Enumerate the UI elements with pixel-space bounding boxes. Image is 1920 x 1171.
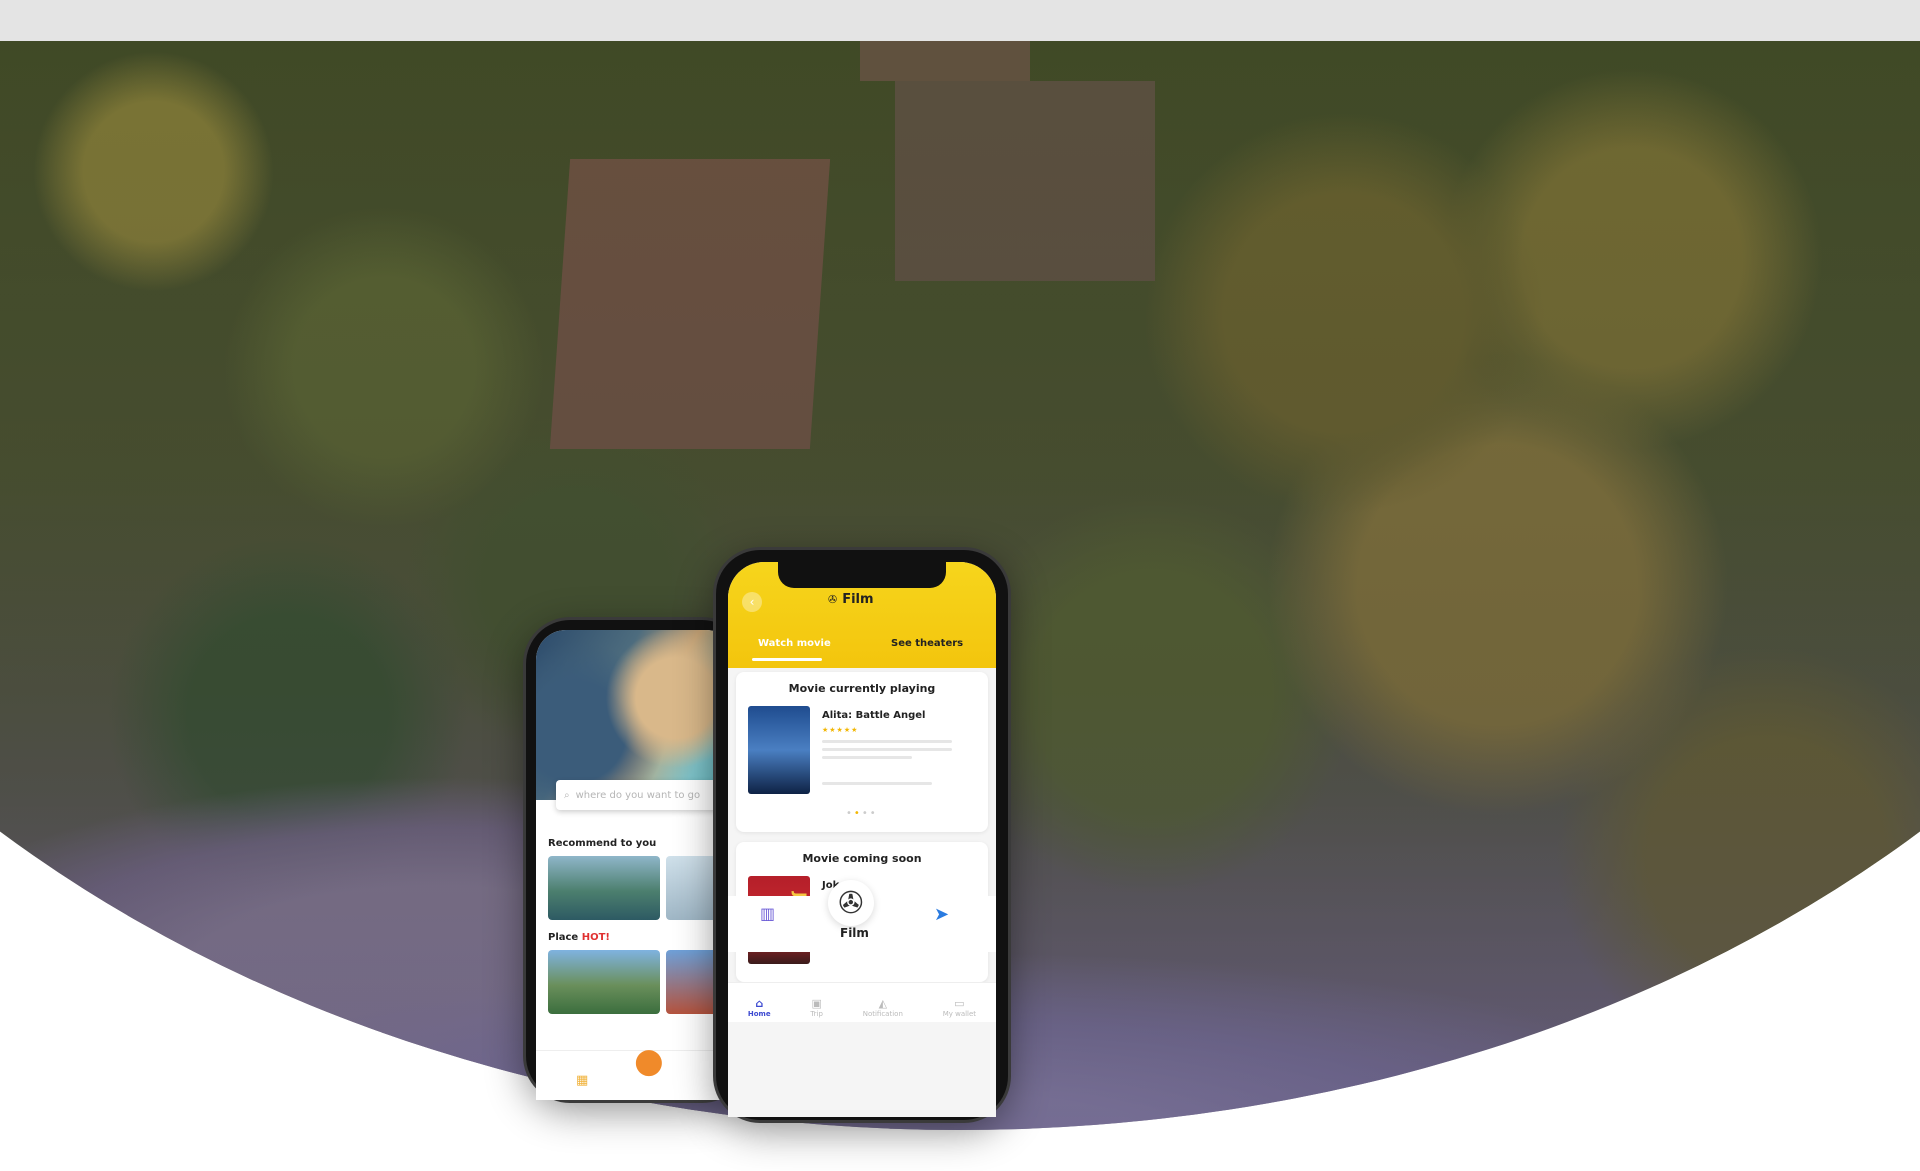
nav-wallet-label: My wallet <box>942 1010 977 1018</box>
place-label: Place <box>548 932 579 943</box>
bottom-nav-back: ▦ ● <box>536 1041 736 1100</box>
playing-stars: ★★★★★ <box>822 726 859 734</box>
place-title: Place HOT! <box>548 932 610 943</box>
paper-plane-icon[interactable]: ➤ <box>934 904 949 925</box>
desc-line <box>822 748 952 751</box>
phone-film-screen: ‹ ✇ Film Watch movie See theaters Movie … <box>728 562 996 1117</box>
search-icon: ⌕ <box>564 789 570 801</box>
nav-home-label: Home <box>747 1010 771 1018</box>
playing-card: Movie currently playing Alita: Battle An… <box>736 672 988 832</box>
bell-icon: ◭ <box>878 997 888 1010</box>
roof-top <box>860 41 1030 81</box>
phone-notch <box>778 562 946 588</box>
desc-line <box>822 740 952 743</box>
film-category-label: Film <box>840 926 869 940</box>
search-placeholder: where do you want to go <box>575 789 701 801</box>
bottom-nav: ⌂ Home ▣ Trip ◭ Notification ▭ My wallet <box>728 982 996 1022</box>
phone-travel-app: ⌕ where do you want to go Recommend to y… <box>526 620 746 1100</box>
nav-home[interactable]: ⌂ Home <box>747 997 771 1019</box>
house-roof-2 <box>895 81 1155 281</box>
nav-notification-label: Notification <box>862 1010 903 1018</box>
place-thumb-temple[interactable] <box>548 950 660 1014</box>
home-icon: ⌂ <box>755 997 764 1010</box>
tab-watch-movie[interactable]: Watch movie <box>758 638 831 649</box>
tab-see-theaters[interactable]: See theaters <box>891 638 963 649</box>
place-hot-badge: HOT! <box>581 932 610 943</box>
nav-trip[interactable]: ▣ Trip <box>810 997 823 1019</box>
phone-travel-screen: ⌕ where do you want to go Recommend to y… <box>536 630 736 1100</box>
tab-active-indicator <box>752 658 822 661</box>
beach-banner-image <box>536 630 736 800</box>
film-reel-button-icon[interactable]: ✇ <box>828 880 874 926</box>
playing-movie-name[interactable]: Alita: Battle Angel <box>822 710 925 721</box>
top-bar <box>0 0 1920 41</box>
phone-film-app: ‹ ✇ Film Watch movie See theaters Movie … <box>716 550 1008 1120</box>
nav-wallet[interactable]: ▭ My wallet <box>942 997 977 1019</box>
recommend-thumb-bay[interactable] <box>548 856 660 920</box>
nav-notification[interactable]: ◭ Notification <box>862 997 903 1019</box>
back-arrow-icon[interactable]: ‹ <box>742 592 762 612</box>
qr-code-icon[interactable]: ▦ <box>576 1073 588 1088</box>
alita-poster[interactable] <box>748 706 810 794</box>
section-playing-title: Movie currently playing <box>788 682 936 695</box>
briefcase-icon: ▣ <box>811 997 822 1010</box>
carousel-dots[interactable]: •••• <box>846 808 878 819</box>
wallet-icon: ▭ <box>954 997 965 1010</box>
search-input[interactable]: ⌕ where do you want to go <box>556 780 731 810</box>
header-title: ✇ Film <box>828 592 874 607</box>
desc-line <box>822 756 912 759</box>
film-reel-icon: ✇ <box>828 593 838 606</box>
house-roof <box>549 159 831 449</box>
nav-trip-label: Trip <box>810 1010 823 1018</box>
header-title-text: Film <box>842 592 874 607</box>
section-coming-title: Movie coming soon <box>802 852 922 865</box>
recommend-title: Recommend to you <box>548 838 657 849</box>
desc-line <box>822 782 932 785</box>
location-pin-icon[interactable]: ● <box>634 1041 664 1081</box>
hotel-icon[interactable]: ▥ <box>760 904 775 923</box>
